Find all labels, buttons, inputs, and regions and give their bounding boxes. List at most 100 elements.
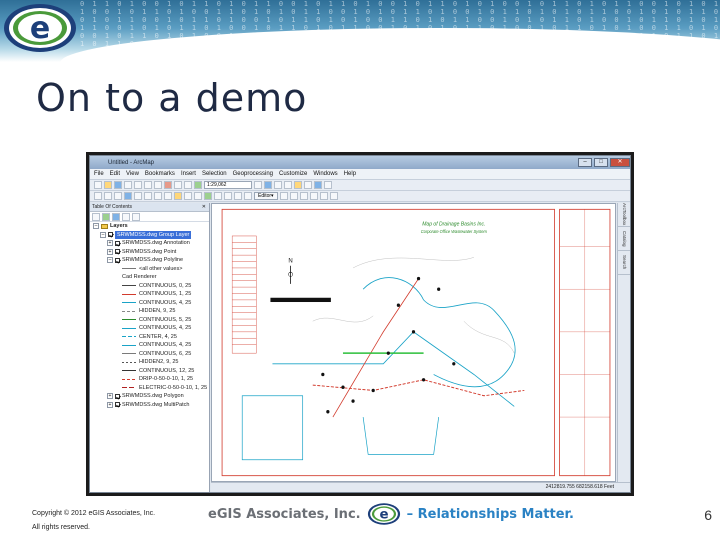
toc-row-symbol[interactable]: CONTINUOUS, 6, 25	[90, 350, 209, 359]
measure-icon[interactable]	[224, 192, 232, 200]
python-icon[interactable]	[304, 181, 312, 189]
toc-row-symbol[interactable]: CENTER, 4, 25	[90, 333, 209, 342]
select-elements-icon[interactable]	[194, 192, 202, 200]
toc-row-polyline[interactable]: – SRWMDSS.dwg Polyline	[90, 256, 209, 265]
toc-row-symbol[interactable]: CONTINUOUS, 5, 25	[90, 316, 209, 325]
help-icon[interactable]	[324, 181, 332, 189]
toc-row-polygon[interactable]: + SRWMDSS.dwg Polygon	[90, 392, 209, 401]
identify-icon[interactable]	[204, 192, 212, 200]
toc-close-icon[interactable]: ✕	[202, 203, 206, 212]
split-tool-icon[interactable]	[299, 192, 308, 200]
menu-selection[interactable]: Selection	[202, 171, 227, 177]
menu-edit[interactable]: Edit	[110, 171, 120, 177]
toc-row-other-values[interactable]: <all other values>	[90, 265, 209, 274]
toc-row-symbol[interactable]: HIDDEN, 9, 25	[90, 307, 209, 316]
visibility-checkbox[interactable]	[115, 393, 120, 399]
search-icon[interactable]	[284, 181, 292, 189]
menu-bookmarks[interactable]: Bookmarks	[145, 171, 175, 177]
zoom-out-icon[interactable]	[104, 192, 112, 200]
list-by-source-icon[interactable]	[102, 212, 110, 221]
tab-catalog[interactable]: Catalog	[618, 227, 630, 251]
toc-row-point[interactable]: + SRWMDSS.dwg Point	[90, 248, 209, 257]
collapse-icon[interactable]: –	[93, 223, 99, 230]
attributes-icon[interactable]	[319, 192, 328, 200]
close-button[interactable]: ✕	[610, 158, 630, 167]
expand-icon[interactable]: +	[107, 401, 113, 408]
tab-search[interactable]: Search	[618, 251, 630, 275]
options-icon[interactable]	[132, 212, 140, 221]
expand-icon[interactable]: +	[107, 393, 113, 400]
clear-selection-icon[interactable]	[184, 192, 192, 200]
expand-icon[interactable]: +	[107, 248, 113, 255]
fixed-zoom-in-icon[interactable]	[134, 192, 142, 200]
sketch-properties-icon[interactable]	[329, 192, 338, 200]
toc-row-annotation[interactable]: + SRWMDSS.dwg Annotation	[90, 239, 209, 248]
minimize-button[interactable]: –	[578, 158, 592, 167]
list-by-visibility-icon[interactable]	[112, 212, 120, 221]
maximize-button[interactable]: □	[594, 158, 608, 167]
list-by-selection-icon[interactable]	[122, 212, 130, 221]
new-icon[interactable]	[94, 181, 102, 189]
copy-icon[interactable]	[144, 181, 152, 189]
editor-menu-button[interactable]: Editor▾	[254, 192, 278, 200]
toc-row-symbol[interactable]: CONTINUOUS, 0, 25	[90, 282, 209, 291]
save-icon[interactable]	[114, 181, 122, 189]
toc-row-symbol[interactable]: ELECTRIC-0-50-0-10, 1, 25	[90, 384, 209, 393]
sketch-tool-icon[interactable]	[289, 192, 298, 200]
toc-row-symbol[interactable]: CONTINUOUS, 12, 25	[90, 367, 209, 376]
undo-icon[interactable]	[174, 181, 182, 189]
menu-view[interactable]: View	[126, 171, 139, 177]
redo-icon[interactable]	[184, 181, 192, 189]
cut-icon[interactable]	[134, 181, 142, 189]
menu-file[interactable]: File	[94, 171, 104, 177]
menu-geoprocessing[interactable]: Geoprocessing	[233, 171, 273, 177]
menu-insert[interactable]: Insert	[181, 171, 196, 177]
toc-row-group-layer[interactable]: – SRWMDSS.dwg Group Layer	[90, 230, 209, 239]
back-extent-icon[interactable]	[154, 192, 162, 200]
visibility-checkbox[interactable]	[115, 257, 120, 263]
select-features-icon[interactable]	[174, 192, 182, 200]
toc-row-symbol[interactable]: CONTINUOUS, 4, 25	[90, 341, 209, 350]
paste-icon[interactable]	[154, 181, 162, 189]
arctoolbox-icon[interactable]	[294, 181, 302, 189]
visibility-checkbox[interactable]	[115, 249, 120, 255]
visibility-checkbox[interactable]	[115, 240, 120, 246]
editor-toolbar-icon[interactable]	[254, 181, 262, 189]
pan-icon[interactable]	[114, 192, 122, 200]
zoom-in-icon[interactable]	[94, 192, 102, 200]
toc-toggle-icon[interactable]	[264, 181, 272, 189]
list-by-drawing-order-icon[interactable]	[92, 212, 100, 221]
print-icon[interactable]	[124, 181, 132, 189]
toc-row-symbol[interactable]: HIDDEN2, 9, 25	[90, 358, 209, 367]
toc-row-layers[interactable]: – Layers	[90, 222, 209, 231]
visibility-checkbox[interactable]	[108, 232, 113, 238]
open-icon[interactable]	[104, 181, 112, 189]
full-extent-icon[interactable]	[124, 192, 132, 200]
menu-customize[interactable]: Customize	[279, 171, 307, 177]
map-display[interactable]: Map of Drainage Basins Inc. Corporate Of…	[211, 203, 616, 482]
toc-row-symbol[interactable]: CONTINUOUS, 4, 25	[90, 324, 209, 333]
hyperlink-icon[interactable]	[234, 192, 242, 200]
menu-windows[interactable]: Windows	[313, 171, 337, 177]
toc-row-symbol[interactable]: CONTINUOUS, 4, 25	[90, 299, 209, 308]
collapse-icon[interactable]: –	[107, 257, 113, 264]
tab-arctoolbox[interactable]: ArcToolbox	[618, 203, 630, 227]
forward-extent-icon[interactable]	[164, 192, 172, 200]
toc-row-symbol[interactable]: DRIP-0-50-0-10, 1, 25	[90, 375, 209, 384]
edit-tool-icon[interactable]	[279, 192, 288, 200]
html-popup-icon[interactable]	[244, 192, 252, 200]
catalog-icon[interactable]	[274, 181, 282, 189]
add-data-icon[interactable]	[194, 181, 202, 189]
scale-dropdown[interactable]: 1:29,062	[204, 181, 252, 189]
fixed-zoom-out-icon[interactable]	[144, 192, 152, 200]
modelbuilder-icon[interactable]	[314, 181, 322, 189]
cad-drawing[interactable]: Map of Drainage Basins Inc. Corporate Of…	[212, 204, 615, 481]
delete-icon[interactable]	[164, 181, 172, 189]
expand-icon[interactable]: +	[107, 240, 113, 247]
rotate-tool-icon[interactable]	[309, 192, 318, 200]
menu-help[interactable]: Help	[344, 171, 356, 177]
visibility-checkbox[interactable]	[115, 402, 120, 408]
collapse-icon[interactable]: –	[100, 231, 106, 238]
toc-row-symbol[interactable]: CONTINUOUS, 1, 25	[90, 290, 209, 299]
find-icon[interactable]	[214, 192, 222, 200]
